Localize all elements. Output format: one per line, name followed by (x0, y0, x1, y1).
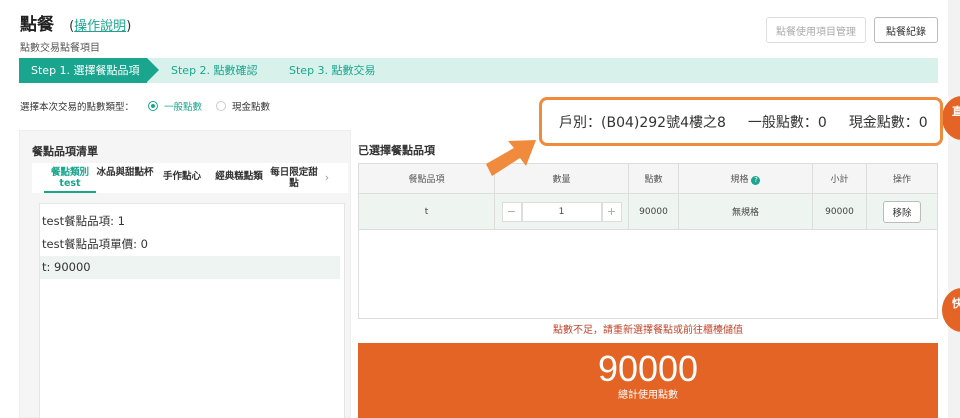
point-type-selector: 選擇本次交易的點數類型： 一般點數 現金點數 (20, 99, 270, 113)
step-1: Step 1. 選擇餐點品項 (19, 58, 147, 83)
remove-button[interactable]: 移除 (883, 200, 921, 223)
option-cash-points[interactable]: 現金點數 (232, 99, 270, 113)
selected-items-title: 已選擇餐點品項 (358, 144, 435, 157)
option-general-points[interactable]: 一般點數 (164, 99, 202, 113)
step-bar: Step 1. 選擇餐點品項 Step 2. 點數確認 Step 3. 點數交易 (19, 58, 938, 83)
cell-item: t (358, 193, 495, 230)
spec-header-label: 規格 (730, 175, 749, 185)
total-points-value: 90000 (597, 348, 699, 389)
help-link-wrap: (操作說明) (69, 15, 131, 34)
col-header-action: 操作 (866, 163, 938, 194)
tab-classic-pastry[interactable]: 經典糕點類 (210, 163, 268, 193)
chevron-right-icon[interactable]: › (320, 163, 334, 193)
col-header-spec: 規格 ? (678, 163, 813, 194)
tab-ice-desserts[interactable]: 冰品與甜點杯 (96, 163, 154, 193)
plus-button[interactable]: + (601, 201, 622, 222)
insufficient-points-warning: 點數不足，請重新選擇餐點或前往櫃檯儲值 (553, 325, 743, 336)
total-points-label: 總計使用點數 (618, 390, 678, 401)
point-type-label: 選擇本次交易的點數類型： (20, 102, 135, 113)
table-row: t − 1 + 90000 無規格 90000 移除 (358, 193, 938, 230)
list-item[interactable]: t: 90000 (40, 256, 340, 279)
col-header-subtotal: 小計 (812, 163, 867, 194)
manage-items-button[interactable]: 點餐使用項目管理 (766, 17, 866, 43)
cell-action: 移除 (866, 193, 938, 230)
account-points-callout: 戶別：(B04)292號4樓之8 一般點數：0 現金點數：0 (539, 97, 943, 146)
page-title: 點餐 (20, 15, 54, 35)
step-3: Step 3. 點數交易 (289, 64, 376, 77)
menu-list-title: 餐點品項清單 (32, 145, 98, 158)
minus-button[interactable]: − (501, 201, 522, 222)
table-empty-area (358, 229, 938, 319)
cell-spec: 無規格 (678, 193, 813, 230)
radio-cash-points[interactable] (216, 101, 227, 111)
col-header-item: 餐點品項 (358, 163, 495, 194)
step-2: Step 2. 點數確認 (171, 64, 258, 77)
quantity-input[interactable]: 1 (521, 201, 602, 222)
radio-general-points[interactable] (148, 101, 159, 111)
list-item[interactable]: test餐點品項: 1 (40, 210, 340, 233)
page-subtitle: 點數交易點餐項目 (20, 43, 100, 54)
col-header-points: 點數 (628, 163, 679, 194)
tab-category-test[interactable]: 餐點類別 test (44, 163, 96, 193)
right-scroll-edge (948, 0, 960, 418)
total-points-box: 90000 總計使用點數 (358, 343, 938, 418)
list-item[interactable]: test餐點品項單價: 0 (40, 233, 340, 256)
question-circle-icon[interactable]: ? (751, 176, 761, 185)
step-arrow-shape (147, 58, 159, 82)
help-paren-close: ) (126, 19, 132, 34)
cell-points: 90000 (628, 193, 679, 230)
menu-list-panel: 餐點品項清單 餐點類別 test 冰品與甜點杯 手作點心 經典糕點類 每日限定甜… (19, 130, 351, 418)
page-header: 點餐 (操作說明) 點數交易點餐項目 (20, 10, 131, 54)
category-tabs: 餐點類別 test 冰品與甜點杯 手作點心 經典糕點類 每日限定甜點 › (32, 163, 348, 193)
general-points-label: 一般點數：0 (747, 114, 827, 131)
arrow-pointer-icon (486, 140, 536, 176)
order-records-button[interactable]: 點餐紀錄 (874, 17, 938, 43)
cell-subtotal: 90000 (812, 193, 867, 230)
app-shell: 點餐 (操作說明) 點數交易點餐項目 點餐使用項目管理 點餐紀錄 Step 1.… (0, 0, 948, 418)
tab-handmade[interactable]: 手作點心 (154, 163, 210, 193)
selected-items-panel: 已選擇餐點品項 餐點品項 數量 點數 規格 ? 小計 操作 t − 1 + 90… (358, 130, 938, 418)
quantity-stepper: − 1 + (495, 201, 628, 222)
tab-daily-limited[interactable]: 每日限定甜點 (268, 163, 320, 193)
help-link[interactable]: 操作說明 (74, 19, 126, 34)
account-label: 戶別：(B04)292號4樓之8 (559, 114, 726, 131)
menu-items-list: test餐點品項: 1 test餐點品項單價: 0 t: 90000 (39, 203, 345, 418)
cell-qty: − 1 + (494, 193, 629, 230)
cash-points-label: 現金點數：0 (848, 114, 928, 131)
selected-items-table: 餐點品項 數量 點數 規格 ? 小計 操作 t − 1 + 90000 無規格 (358, 163, 938, 230)
